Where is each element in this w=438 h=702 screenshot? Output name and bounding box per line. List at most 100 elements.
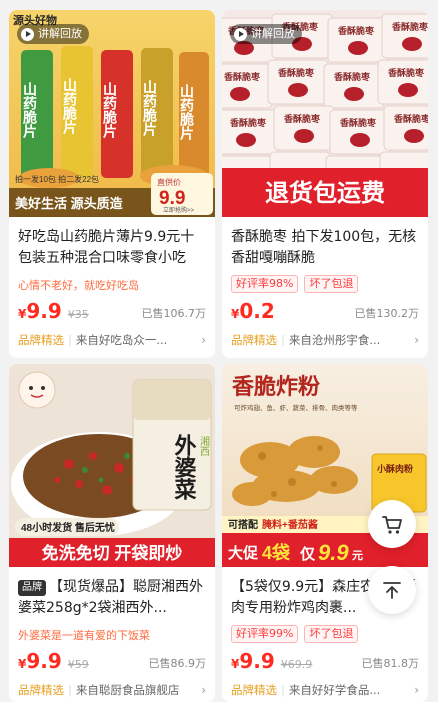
cart-icon <box>382 516 402 534</box>
product-title[interactable]: 品牌 【现货爆品】聪厨湘西外婆菜258g*2袋湘西外... <box>18 577 206 619</box>
sold-count: 已售81.8万 <box>361 657 420 670</box>
deal-count: 4袋 <box>262 542 291 563</box>
replay-badge[interactable]: 讲解回放 <box>17 24 89 44</box>
image-promo-text: 拍一发10包 拍二发22包 <box>15 174 99 184</box>
cart-button[interactable] <box>368 500 416 548</box>
chip-text: 山药脆片 <box>179 84 195 141</box>
shop-link[interactable]: 品牌精选 | 来自好吃岛众一... › <box>18 331 206 349</box>
refund-badge: 坏了包退 <box>304 625 359 643</box>
original-price: ¥59 <box>67 658 89 671</box>
shop-link[interactable]: 品牌精选 | 来自好好学食品... › <box>231 681 419 699</box>
image-price-value: 9.9 <box>159 188 185 209</box>
combo-items: 腌料+番茄酱 <box>262 518 318 531</box>
product-image[interactable]: 外婆菜 湘西 48小时发货 售后无忧 免洗免切 开袋即炒 <box>9 364 215 567</box>
product-title[interactable]: 香酥脆枣 拍下发100包，无核香甜嘎嘣酥脆 <box>231 227 419 269</box>
pack-text: 外婆菜 <box>172 433 198 500</box>
image-headline: 香脆炸粉 <box>232 374 320 399</box>
badge-list: 好评率98% 坏了包退 <box>231 275 419 293</box>
product-card[interactable]: 香酥脆枣 香酥脆枣 香酥脆枣 香酥脆枣 香酥脆枣 香酥脆枣 香酥脆枣 香酥脆枣 … <box>222 10 428 358</box>
brand-tag: 品牌 <box>18 580 46 596</box>
product-image-art: 外婆菜 湘西 48小时发货 售后无忧 免洗免切 开袋即炒 <box>9 364 215 567</box>
shop-link[interactable]: 品牌精选 | 来自聪厨食品旗舰店 › <box>18 681 206 699</box>
rating-badge: 好评率98% <box>231 275 299 293</box>
image-banner-text: 退货包运费 <box>265 179 385 207</box>
replay-badge[interactable]: 讲解回放 <box>230 24 302 44</box>
chip-text: 山药脆片 <box>142 80 158 137</box>
image-price-label: 直供价 <box>157 177 181 187</box>
shop-name: 来自好好学食品... <box>288 683 381 697</box>
back-to-top-icon <box>383 582 401 599</box>
divider: | <box>68 333 72 347</box>
price-row: ¥ 9.9 ¥69.9 已售81.8万 <box>231 649 419 675</box>
image-banner-text: 免洗免切 开袋即炒 <box>42 543 183 563</box>
original-price: ¥69.9 <box>280 658 313 671</box>
chevron-right-icon: › <box>201 683 206 697</box>
chevron-right-icon: › <box>201 333 206 347</box>
back-to-top-button[interactable] <box>368 566 416 614</box>
product-card[interactable]: 外婆菜 湘西 48小时发货 售后无忧 免洗免切 开袋即炒 品牌 【现货爆品】聪厨湘… <box>9 364 215 702</box>
product-card[interactable]: 山药脆片 山药脆片 山药脆片 山药脆片 山药脆片 源头好物 拍一发10包 拍二发… <box>9 10 215 358</box>
deal-price: 9.9 <box>318 540 349 565</box>
currency-symbol: ¥ <box>18 657 27 671</box>
original-price: ¥35 <box>67 308 89 321</box>
chip-text: 山药脆片 <box>62 78 78 135</box>
badge-list: 好评率99% 坏了包退 <box>231 625 419 643</box>
chip-text: 山药脆片 <box>22 82 38 139</box>
pack-text: 香酥脆枣 <box>391 21 428 32</box>
shop-name: 来自好吃岛众一... <box>75 333 168 347</box>
current-price: 0.2 <box>239 299 275 323</box>
pack-small-text: 湘西 <box>198 435 210 456</box>
pack-text: 香酥脆枣 <box>387 67 425 78</box>
pack-text: 香酥脆枣 <box>229 117 267 128</box>
pack-text: 香酥脆枣 <box>339 117 377 128</box>
product-image[interactable]: 山药脆片 山药脆片 山药脆片 山药脆片 山药脆片 源头好物 拍一发10包 拍二发… <box>9 10 215 217</box>
price-row: ¥ 9.9 ¥35 已售106.7万 <box>18 299 206 325</box>
divider: | <box>68 683 72 697</box>
svg-text:仅: 仅 <box>299 545 316 563</box>
pack-text: 香酥脆枣 <box>333 71 371 82</box>
product-image[interactable]: 香酥脆枣 香酥脆枣 香酥脆枣 香酥脆枣 香酥脆枣 香酥脆枣 香酥脆枣 香酥脆枣 … <box>222 10 428 217</box>
sold-count: 已售86.9万 <box>148 657 207 670</box>
product-feed: 山药脆片 山药脆片 山药脆片 山药脆片 山药脆片 源头好物 拍一发10包 拍二发… <box>0 0 438 702</box>
product-title[interactable]: 好吃岛山药脆片薄片9.9元十包装五种混合口味零食小吃 <box>18 227 206 269</box>
mini-pack-text: 小酥肉粉 <box>376 463 413 474</box>
pack-text: 香酥脆枣 <box>283 113 321 124</box>
chip-text: 山药脆片 <box>102 82 118 139</box>
currency-symbol: ¥ <box>18 307 27 321</box>
pack-text: 香酥脆枣 <box>393 113 428 124</box>
pack-text: 香酥脆枣 <box>223 71 261 82</box>
price-row: ¥ 0.2 已售130.2万 <box>231 299 419 325</box>
image-price-button: 立即抢购>> <box>163 206 195 214</box>
current-price: 9.9 <box>26 299 62 323</box>
pack-text: 香酥脆枣 <box>277 67 315 78</box>
replay-label: 讲解回放 <box>38 27 82 40</box>
shop-name: 来自聪厨食品旗舰店 <box>75 683 180 697</box>
rating-badge: 好评率99% <box>231 625 299 643</box>
chevron-right-icon: › <box>414 333 419 347</box>
play-icon <box>21 27 34 41</box>
chevron-right-icon: › <box>414 683 419 697</box>
current-price: 9.9 <box>26 649 62 673</box>
divider: | <box>281 333 285 347</box>
currency-symbol: ¥ <box>231 307 240 321</box>
price-row: ¥ 9.9 ¥59 已售86.9万 <box>18 649 206 675</box>
shop-tag: 品牌精选 <box>18 333 64 347</box>
deal-prefix: 大促 <box>228 544 259 562</box>
shop-name: 来自沧州彤宇食... <box>288 333 381 347</box>
shop-link[interactable]: 品牌精选 | 来自沧州彤宇食... › <box>231 331 419 349</box>
image-strip-text: 48小时发货 售后无忧 <box>21 521 115 534</box>
current-price: 9.9 <box>239 649 275 673</box>
currency-symbol: ¥ <box>231 657 240 671</box>
shop-tag: 品牌精选 <box>231 683 277 697</box>
pack-text: 香酥脆枣 <box>337 25 375 36</box>
sold-count: 已售130.2万 <box>354 307 420 320</box>
product-subtitle: 心情不老好，就吃好吃岛 <box>18 279 139 292</box>
combo-label: 可搭配 <box>228 518 258 531</box>
play-icon <box>234 27 247 41</box>
image-subtext: 可炸鸡翅、鱼、虾、蔬菜、排骨、肉类等等 <box>234 403 358 412</box>
shop-tag: 品牌精选 <box>18 683 64 697</box>
deal-unit: 元 <box>352 549 363 562</box>
refund-badge: 坏了包退 <box>304 275 359 293</box>
divider: | <box>281 683 285 697</box>
product-subtitle: 外婆菜是一道有爱的下饭菜 <box>18 629 150 642</box>
